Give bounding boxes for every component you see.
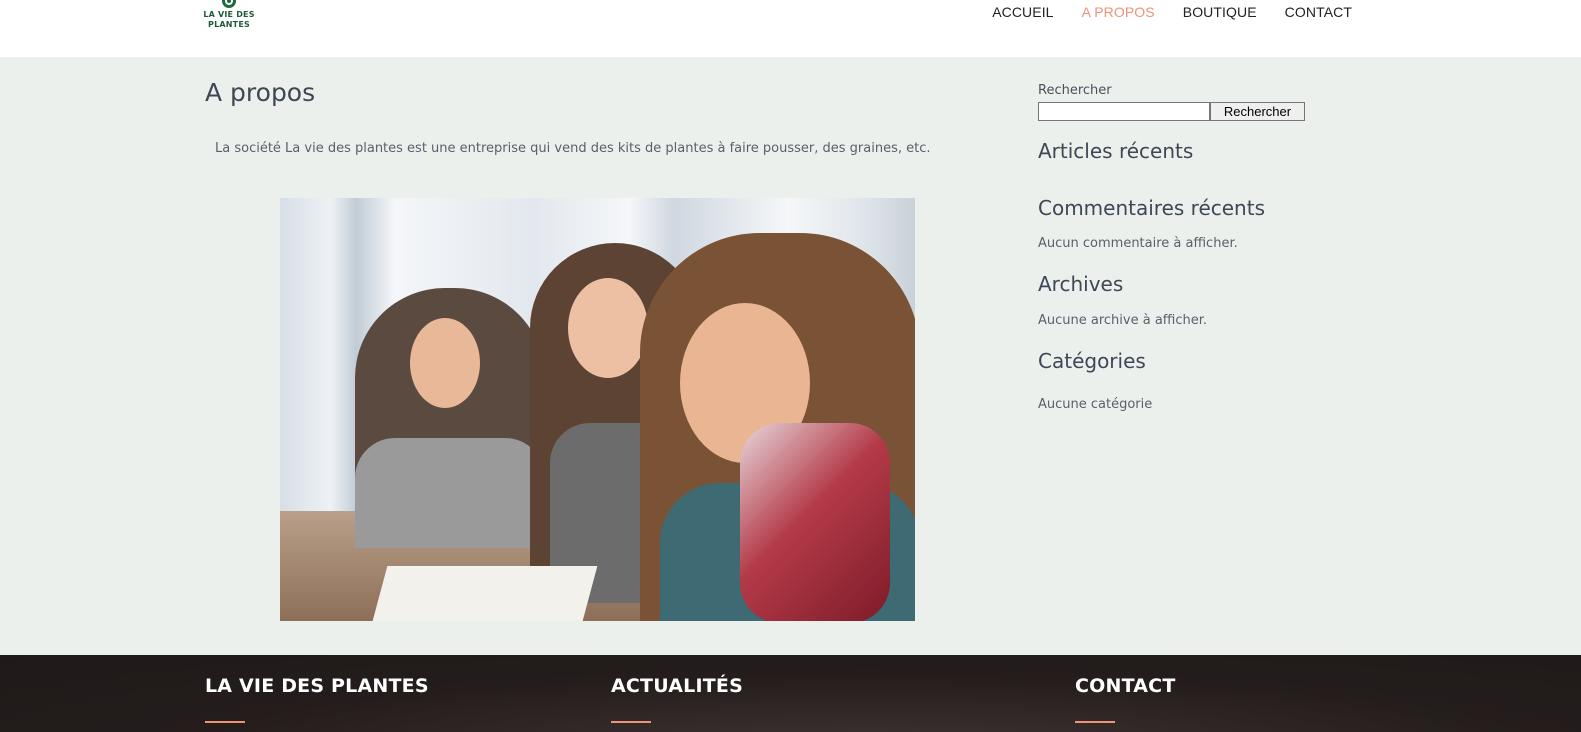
footer-divider-1 xyxy=(205,721,245,723)
photo-person-right xyxy=(640,233,915,621)
archives-title: Archives xyxy=(1038,272,1124,296)
site-header: LA VIE DES PLANTES ACCUEIL A PROPOS BOUT… xyxy=(0,0,1581,57)
footer-divider-3 xyxy=(1075,721,1115,723)
site-logo[interactable]: LA VIE DES PLANTES xyxy=(203,0,255,34)
page-title: A propos xyxy=(205,78,316,107)
search-input[interactable] xyxy=(1038,102,1210,121)
logo-text-line2: PLANTES xyxy=(208,20,250,29)
categories-text: Aucune catégorie xyxy=(1038,397,1153,412)
search-button[interactable]: Rechercher xyxy=(1210,102,1305,121)
recent-comments-title: Commentaires récents xyxy=(1038,196,1265,220)
nav-item-contact[interactable]: CONTACT xyxy=(1285,4,1352,20)
search-label: Rechercher xyxy=(1038,83,1112,98)
team-photo xyxy=(280,198,915,621)
nav-item-boutique[interactable]: BOUTIQUE xyxy=(1183,4,1257,20)
footer-title-actualites: ACTUALITÉS xyxy=(611,675,743,697)
logo-icon xyxy=(222,0,236,8)
footer-divider-2 xyxy=(611,721,651,723)
nav-item-a-propos[interactable]: A PROPOS xyxy=(1082,4,1155,20)
footer-title-contact: CONTACT xyxy=(1075,675,1176,697)
photo-person-left xyxy=(355,288,545,548)
intro-text: La société La vie des plantes est une en… xyxy=(215,141,931,156)
main-nav: ACCUEIL A PROPOS BOUTIQUE CONTACT xyxy=(992,4,1352,20)
photo-paper xyxy=(372,566,598,621)
categories-title: Catégories xyxy=(1038,349,1146,373)
archives-text: Aucune archive à afficher. xyxy=(1038,313,1208,328)
nav-item-accueil[interactable]: ACCUEIL xyxy=(992,4,1053,20)
recent-articles-title: Articles récents xyxy=(1038,139,1194,163)
site-footer: LA VIE DES PLANTES ACTUALITÉS CONTACT xyxy=(0,655,1581,732)
recent-comments-text: Aucun commentaire à afficher. xyxy=(1038,236,1238,251)
footer-title-la-vie-des-plantes: LA VIE DES PLANTES xyxy=(205,675,429,697)
logo-text-line1: LA VIE DES xyxy=(203,10,255,19)
